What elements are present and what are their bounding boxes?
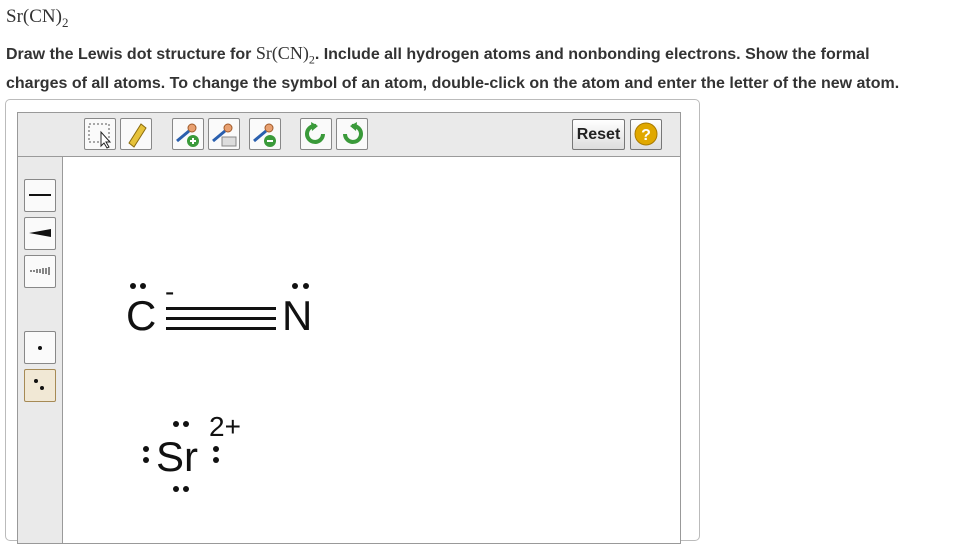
lewis-structure-editor: Reset ? C - N Sr 2+ [17,112,681,544]
redo-button[interactable] [336,118,368,150]
carbon-formal-charge: - [165,276,175,307]
triple-bond-line[interactable] [166,317,276,320]
question-instructions: Draw the Lewis dot structure for Sr(CN)2… [6,43,900,92]
select-tool-button[interactable] [84,118,116,150]
redo-icon [343,122,363,144]
help-label: ? [641,127,651,144]
drawing-canvas[interactable]: C - N Sr 2+ [63,157,680,543]
strontium-electron-dot [143,457,149,463]
remove-atom-icon [253,123,276,147]
remove-atom-button[interactable] [249,118,281,150]
triple-bond-line[interactable] [166,307,276,310]
nitrogen-lone-pair-dot [292,283,298,289]
edit-atom-button[interactable] [208,118,240,150]
strontium-electron-dot [183,421,189,427]
nitrogen-atom[interactable]: N [282,295,312,337]
electron-pair-icon [34,379,44,390]
wedge-bond-button[interactable] [24,217,56,250]
hash-bond-button[interactable] [24,255,56,288]
strontium-atom[interactable]: Sr [156,436,198,478]
strontium-electron-dot [213,446,219,452]
add-atom-icon [176,123,199,147]
strontium-electron-dot [173,486,179,492]
strontium-charge: 2+ [209,411,241,442]
add-atom-button[interactable] [172,118,204,150]
strontium-electron-dot [173,421,179,427]
reset-button[interactable]: Reset [572,119,625,150]
carbon-lone-pair-dot [140,283,146,289]
nitrogen-lone-pair-dot [303,283,309,289]
strontium-electron-dot [213,457,219,463]
single-electron-button[interactable] [24,331,56,364]
single-bond-icon [29,194,51,196]
single-bond-button[interactable] [24,179,56,212]
help-icon: ? [634,122,658,146]
edit-atom-icon [212,123,237,147]
help-button[interactable]: ? [630,119,662,150]
question-formula: Sr(CN)2 [6,6,69,30]
eraser-tool-button[interactable] [120,118,152,150]
triple-bond-line[interactable] [166,327,276,330]
single-electron-icon [38,346,42,350]
bond-electron-sidebar [18,157,63,543]
carbon-atom[interactable]: C [126,295,156,337]
wedge-bond-icon [29,229,51,237]
undo-icon [305,122,325,144]
marquee-select-icon [88,123,112,149]
strontium-electron-dot [143,446,149,452]
strontium-electron-dot [183,486,189,492]
hash-bond-icon [30,267,50,275]
undo-button[interactable] [300,118,332,150]
electron-pair-button[interactable] [24,369,56,402]
editor-toolbar: Reset ? [18,113,680,157]
carbon-lone-pair-dot [130,283,136,289]
eraser-icon [128,123,147,148]
